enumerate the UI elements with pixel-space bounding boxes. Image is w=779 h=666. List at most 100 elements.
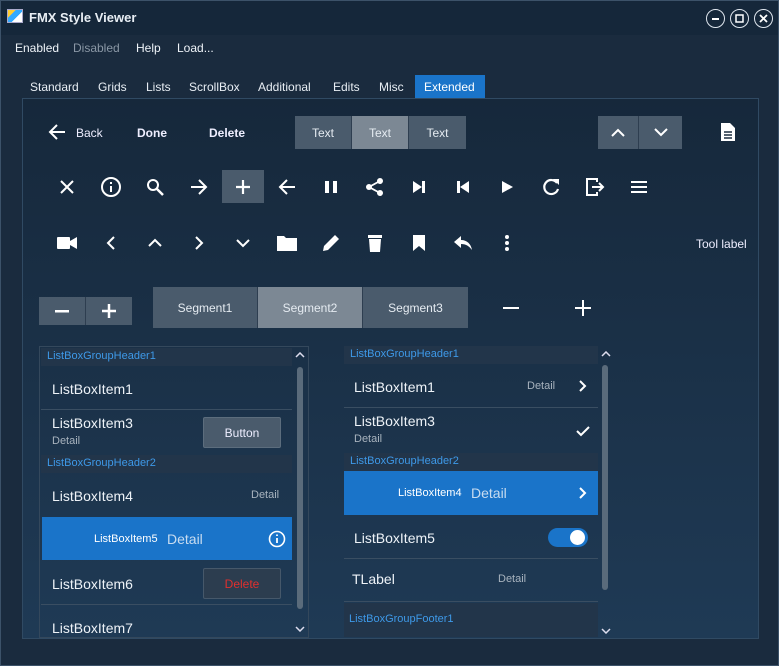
chevron-up-icon[interactable] — [143, 231, 167, 255]
text-segment-2[interactable]: Text — [352, 116, 409, 149]
group-header-2: ListBoxGroupHeader2 — [41, 455, 292, 473]
checkmark-icon — [571, 419, 595, 443]
separator — [344, 601, 598, 602]
tab-lists[interactable]: Lists — [137, 75, 180, 99]
window-title: FMX Style Viewer — [29, 10, 137, 25]
delete-item-button[interactable]: Delete — [203, 568, 281, 599]
add-icon[interactable] — [222, 170, 264, 203]
item-button[interactable]: Button — [203, 417, 281, 448]
list-item-3-right-detail: Detail — [354, 433, 383, 445]
toggle-switch[interactable] — [548, 528, 588, 547]
list-item-5-right[interactable]: ListBoxItem5 — [354, 530, 435, 546]
bookmark-icon[interactable] — [407, 231, 431, 255]
segment-3[interactable]: Segment3 — [363, 287, 468, 328]
group-header-2-right: ListBoxGroupHeader2 — [344, 453, 598, 471]
info-icon[interactable] — [99, 175, 123, 199]
chevron-down-button[interactable] — [639, 116, 682, 149]
search-icon[interactable] — [143, 175, 167, 199]
group-header-1: ListBoxGroupHeader1 — [41, 348, 292, 366]
tab-additional[interactable]: Additional — [249, 75, 320, 99]
pause-icon[interactable] — [319, 175, 343, 199]
tab-extended[interactable]: Extended — [415, 75, 485, 99]
chevron-right-icon[interactable] — [571, 481, 595, 505]
separator — [41, 409, 292, 410]
list-item-5-detail: Detail — [167, 531, 203, 547]
list-item-4-right-detail: Detail — [471, 485, 507, 501]
chevron-up-button[interactable] — [598, 116, 639, 149]
app-window: FMX Style Viewer Enabled Disabled Help L… — [0, 0, 779, 666]
chevron-down-icon[interactable] — [231, 231, 255, 255]
share-icon[interactable] — [363, 175, 387, 199]
scroll-up-icon[interactable] — [289, 345, 311, 365]
trash-icon[interactable] — [363, 231, 387, 255]
delete-button[interactable]: Delete — [209, 126, 245, 140]
list-item-7[interactable]: ListBoxItem7 — [52, 620, 133, 636]
scrollbar-thumb[interactable] — [297, 367, 303, 609]
back-button[interactable]: Back — [76, 126, 103, 140]
chevron-right-icon[interactable] — [187, 231, 211, 255]
maximize-icon[interactable] — [730, 9, 749, 28]
list-item-3-detail: Detail — [52, 435, 81, 447]
plus-button[interactable] — [86, 297, 132, 325]
list-item-4[interactable]: ListBoxItem4 — [52, 488, 133, 504]
list-item-6[interactable]: ListBoxItem6 — [52, 576, 133, 592]
minimize-icon[interactable] — [706, 9, 725, 28]
video-camera-icon[interactable] — [55, 231, 79, 255]
minus-icon[interactable] — [499, 296, 523, 320]
minus-button[interactable] — [39, 297, 86, 325]
list-item-1-right-detail: Detail — [527, 380, 556, 392]
scroll-up-icon[interactable] — [595, 344, 617, 364]
tab-misc[interactable]: Misc — [370, 75, 413, 99]
chevron-left-icon[interactable] — [99, 231, 123, 255]
info-icon[interactable] — [265, 527, 289, 551]
menu-help[interactable]: Help — [136, 41, 161, 55]
play-icon[interactable] — [495, 175, 519, 199]
back-arrow-icon-2[interactable] — [275, 175, 299, 199]
menu-enabled[interactable]: Enabled — [15, 41, 59, 55]
segment-1[interactable]: Segment1 — [153, 287, 258, 328]
group-header-1-right: ListBoxGroupHeader1 — [344, 346, 598, 364]
folder-icon[interactable] — [275, 231, 299, 255]
more-vertical-icon[interactable] — [495, 231, 519, 255]
close-window-icon[interactable] — [754, 9, 773, 28]
scrollbar-thumb[interactable] — [602, 365, 608, 590]
list-item-4-right: ListBoxItem4 — [398, 487, 462, 499]
exit-icon[interactable] — [583, 175, 607, 199]
tlabel-detail: Detail — [498, 573, 527, 585]
list-item-1-right[interactable]: ListBoxItem1 — [354, 379, 435, 395]
text-segment-1[interactable]: Text — [295, 116, 352, 149]
plus-icon[interactable] — [571, 296, 595, 320]
refresh-icon[interactable] — [539, 175, 563, 199]
menu-disabled: Disabled — [73, 41, 120, 55]
tab-scrollbox[interactable]: ScrollBox — [180, 75, 249, 99]
list-item-1[interactable]: ListBoxItem1 — [52, 381, 133, 397]
tab-edits[interactable]: Edits — [324, 75, 369, 99]
separator — [344, 558, 598, 559]
skip-next-icon[interactable] — [407, 175, 431, 199]
close-icon[interactable] — [55, 175, 79, 199]
tab-standard[interactable]: Standard — [21, 75, 88, 99]
app-icon — [7, 9, 23, 23]
separator — [41, 604, 292, 605]
scroll-down-icon[interactable] — [289, 619, 311, 639]
reply-icon[interactable] — [451, 231, 475, 255]
edit-pencil-icon[interactable] — [319, 231, 343, 255]
menu-icon[interactable] — [627, 175, 651, 199]
list-item-3-right[interactable]: ListBoxItem3 — [354, 413, 435, 429]
text-segment-3[interactable]: Text — [409, 116, 466, 149]
forward-arrow-icon[interactable] — [187, 175, 211, 199]
done-button[interactable]: Done — [137, 126, 167, 140]
separator — [344, 407, 598, 408]
scroll-down-icon[interactable] — [595, 621, 617, 641]
title-bar: FMX Style Viewer — [1, 1, 778, 35]
tab-grids[interactable]: Grids — [89, 75, 136, 99]
list-item-4-detail: Detail — [251, 489, 280, 501]
menu-load[interactable]: Load... — [177, 41, 214, 55]
tlabel: TLabel — [352, 571, 395, 587]
skip-previous-icon[interactable] — [451, 175, 475, 199]
document-icon[interactable] — [716, 120, 740, 144]
back-arrow-icon[interactable] — [45, 120, 69, 144]
chevron-right-icon[interactable] — [571, 374, 595, 398]
segment-2[interactable]: Segment2 — [258, 287, 363, 328]
list-item-3[interactable]: ListBoxItem3 — [52, 415, 133, 431]
